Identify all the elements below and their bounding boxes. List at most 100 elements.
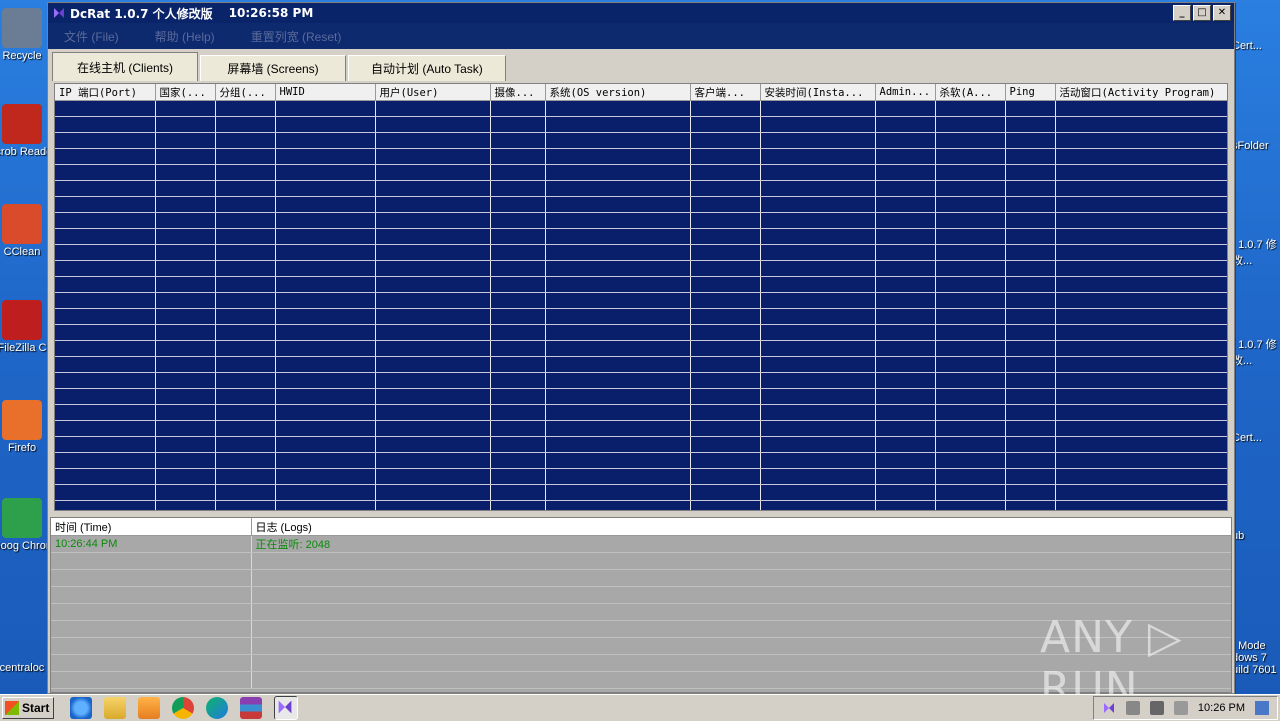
table-cell (275, 196, 376, 213)
column-header[interactable]: 安装时间(Insta... (760, 84, 876, 101)
table-row[interactable] (55, 132, 1227, 149)
clock[interactable]: 10:26 PM (1198, 702, 1245, 714)
table-row[interactable] (55, 404, 1227, 421)
table-cell (215, 180, 276, 197)
desktop-app-icon (2, 498, 42, 538)
log-row[interactable] (51, 586, 1231, 604)
table-cell (1055, 436, 1227, 453)
table-cell (1055, 420, 1227, 437)
column-header[interactable]: 系统(OS version) (545, 84, 691, 101)
table-row[interactable] (55, 388, 1227, 405)
desktop-icon[interactable]: : 1.0.7 修改... (1232, 236, 1280, 268)
table-row[interactable] (55, 260, 1227, 277)
desktop-icon[interactable]: sFolder (1232, 140, 1280, 152)
title-bar[interactable]: DcRat 1.0.7 个人修改版 10:26:58 PM _ □ ✕ (48, 3, 1234, 23)
action-center-flag-icon[interactable] (1173, 701, 1188, 715)
explorer-icon[interactable] (104, 697, 126, 719)
column-header[interactable]: 杀软(A... (935, 84, 1006, 101)
column-header[interactable]: IP 端口(Port) (55, 84, 156, 101)
clients-grid[interactable]: IP 端口(Port) 国家(... 分组(... HWID 用户(User) 摄像...… (54, 83, 1228, 511)
menu-help[interactable]: 帮助 (Help) (147, 26, 223, 47)
table-cell (275, 484, 376, 501)
table-row[interactable] (55, 116, 1227, 133)
table-row[interactable] (55, 276, 1227, 293)
dcrat-tray-icon[interactable] (1102, 701, 1116, 715)
network-icon[interactable] (1149, 701, 1164, 715)
table-cell (275, 324, 376, 341)
table-row[interactable] (55, 180, 1227, 197)
column-header[interactable]: 摄像... (490, 84, 546, 101)
log-row[interactable] (51, 569, 1231, 587)
table-cell (215, 276, 276, 293)
table-cell (275, 500, 376, 510)
table-row[interactable] (55, 164, 1227, 181)
dcrat-taskbar-icon[interactable] (274, 696, 298, 720)
table-row[interactable] (55, 292, 1227, 309)
desktop-icon[interactable]: Cert... (1232, 40, 1280, 52)
table-row[interactable] (55, 420, 1227, 437)
table-row[interactable] (55, 436, 1227, 453)
tab-clients[interactable]: 在线主机 (Clients) (52, 52, 198, 81)
table-cell (375, 100, 491, 117)
column-header[interactable]: 国家(... (155, 84, 216, 101)
table-row[interactable] (55, 244, 1227, 261)
desktop-icon[interactable]: Cert... (1232, 432, 1280, 444)
table-row[interactable] (55, 196, 1227, 213)
column-header[interactable]: Ping (1005, 84, 1056, 101)
chrome-icon[interactable] (172, 697, 194, 719)
column-header[interactable]: HWID (275, 84, 376, 101)
winrar-icon[interactable] (240, 697, 262, 719)
table-cell (55, 164, 156, 181)
desktop-icon[interactable]: : 1.0.7 修改... (1232, 336, 1280, 368)
start-button[interactable]: Start (2, 697, 54, 719)
clients-table[interactable]: IP 端口(Port) 国家(... 分组(... HWID 用户(User) 摄像...… (55, 84, 1227, 510)
table-cell (690, 212, 761, 229)
table-row[interactable] (55, 452, 1227, 469)
table-cell (875, 356, 936, 373)
table-cell (545, 324, 691, 341)
table-row[interactable] (55, 148, 1227, 165)
table-row[interactable] (55, 212, 1227, 229)
tab-auto-task[interactable]: 自动计划 (Auto Task) (348, 55, 506, 81)
table-cell (1005, 324, 1056, 341)
table-row[interactable] (55, 484, 1227, 501)
desktop-icon[interactable]: ub (1232, 530, 1280, 542)
table-row[interactable] (55, 500, 1227, 510)
show-desktop-icon[interactable] (1255, 701, 1269, 715)
close-button[interactable]: ✕ (1213, 5, 1231, 21)
table-cell (875, 148, 936, 165)
table-row[interactable] (55, 100, 1227, 117)
volume-icon[interactable] (1125, 701, 1140, 715)
table-row[interactable] (55, 372, 1227, 389)
column-header[interactable]: 用户(User) (375, 84, 491, 101)
desktop-app-icon (2, 300, 42, 340)
table-row[interactable] (55, 308, 1227, 325)
ie-icon[interactable] (70, 697, 92, 719)
table-cell (935, 116, 1006, 133)
log-row[interactable] (51, 552, 1231, 570)
column-header[interactable]: 客户端... (690, 84, 761, 101)
media-player-icon[interactable] (138, 697, 160, 719)
table-cell (690, 228, 761, 245)
maximize-button[interactable]: □ (1193, 5, 1211, 21)
minimize-button[interactable]: _ (1173, 5, 1191, 21)
table-cell (155, 436, 216, 453)
column-header[interactable]: Admin... (875, 84, 936, 101)
start-label: Start (22, 701, 50, 715)
tab-screens[interactable]: 屏幕墙 (Screens) (200, 55, 346, 81)
table-cell (760, 116, 876, 133)
log-row[interactable]: 10:26:44 PM 正在监听: 2048 (51, 535, 1231, 553)
table-row[interactable] (55, 356, 1227, 373)
table-row[interactable] (55, 228, 1227, 245)
column-header[interactable]: 活动窗口(Activity Program) (1055, 84, 1227, 101)
column-header[interactable]: 分组(... (215, 84, 276, 101)
table-row[interactable] (55, 340, 1227, 357)
table-cell (690, 388, 761, 405)
table-row[interactable] (55, 324, 1227, 341)
menu-file[interactable]: 文件 (File) (56, 26, 127, 47)
table-row[interactable] (55, 468, 1227, 485)
log-header-logs[interactable]: 日志 (Logs) (251, 518, 1231, 536)
menu-reset[interactable]: 重置列宽 (Reset) (243, 26, 350, 47)
log-header-time[interactable]: 时间 (Time) (51, 518, 252, 536)
edge-icon[interactable] (206, 697, 228, 719)
